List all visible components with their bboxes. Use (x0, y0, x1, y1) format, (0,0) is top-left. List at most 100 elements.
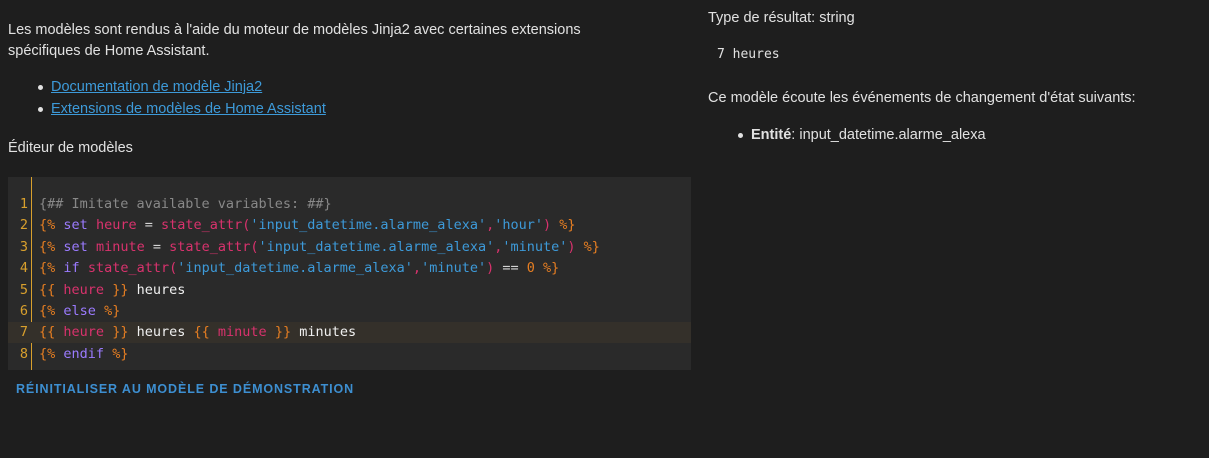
code-token: ) (486, 260, 495, 277)
line-number: 4 (19, 260, 28, 277)
code-token: 'hour' (494, 217, 543, 234)
editor-heading: Éditeur de modèles (8, 140, 133, 156)
code-token: heures (128, 281, 186, 298)
code-token: heure (63, 324, 105, 341)
code-token: 'input_datetime.alarme_alexa' (177, 260, 413, 277)
code-text: {% if state_attr('input_datetime.alarme_… (39, 258, 559, 279)
code-editor[interactable]: 1 {## Imitate available variables: ##} 2 {%… (8, 177, 691, 370)
code-token: ) (543, 217, 552, 234)
code-token: 'minute' (421, 260, 487, 277)
code-token: heures (128, 324, 194, 341)
code-token: {{ (39, 324, 56, 341)
entity-value: input_datetime.alarme_alexa (799, 127, 986, 143)
code-token: %} (543, 260, 560, 277)
line-number: 2 (19, 217, 28, 234)
code-token: state_attr( (160, 217, 251, 234)
jinja2-docs-link[interactable]: Documentation de modèle Jinja2 (51, 79, 262, 95)
code-token: %} (559, 217, 576, 234)
code-text: {% else %} (39, 301, 120, 322)
code-token: heure (63, 281, 105, 298)
code-token: ) (567, 238, 576, 255)
line-number: 7 (19, 324, 28, 341)
code-line[interactable]: 3 {% set minute = state_attr('input_datet… (8, 237, 691, 258)
code-text: {{ heure }} heures (39, 280, 185, 301)
code-token: }} (112, 324, 129, 341)
code-token: {## Imitate available variables: ##} (39, 196, 332, 212)
code-token: %} (112, 345, 129, 362)
code-line[interactable]: 8 {% endif %} (8, 344, 691, 365)
code-token: , (486, 217, 495, 234)
line-number: 1 (19, 196, 28, 212)
reset-to-demo-template-button[interactable]: RÉINITIALISER AU MODÈLE DE DÉMONSTRATION (16, 382, 354, 396)
code-token: 0 (526, 260, 535, 277)
code-line[interactable]: 2 {% set heure = state_attr('input_dateti… (8, 215, 691, 236)
code-text: {% endif %} (39, 344, 128, 365)
listened-entities-list: Entité: input_datetime.alarme_alexa (708, 126, 1198, 144)
code-token: = (136, 217, 161, 234)
template-result-panel: Type de résultat: string 7 heures Ce mod… (708, 9, 1198, 144)
code-text: {{ heure }} heures {{ minute }} minutes (39, 322, 356, 343)
code-token: , (412, 260, 422, 277)
template-developer-tools: Les modèles sont rendus à l'aide du mote… (0, 0, 1209, 458)
code-token: 'minute' (502, 238, 568, 255)
code-token: minute (217, 324, 267, 341)
listeners-description: Ce modèle écoute les événements de chang… (708, 90, 1136, 106)
template-editor-panel: Les modèles sont rendus à l'aide du mote… (8, 20, 691, 158)
code-line[interactable]: 6 {% else %} (8, 301, 691, 322)
code-token: {% (39, 238, 56, 255)
code-text: {% set minute = state_attr('input_dateti… (39, 237, 600, 258)
code-text: {## Imitate available variables: ##} (39, 194, 332, 215)
list-item: Entité: input_datetime.alarme_alexa (738, 126, 1198, 144)
code-token: %} (583, 238, 600, 255)
code-token: }} (112, 281, 129, 298)
code-token: endif (63, 345, 105, 362)
result-type: Type de résultat: string (708, 10, 855, 26)
code-line[interactable]: 1 {## Imitate available variables: ##} (8, 194, 691, 215)
code-line[interactable]: 4 {% if state_attr('input_datetime.alarme… (8, 258, 691, 279)
code-token: {{ (39, 281, 56, 298)
line-number: 5 (19, 281, 28, 298)
code-token: minutes (291, 324, 357, 341)
list-item: Documentation de modèle Jinja2 (38, 76, 691, 98)
code-token: == (494, 260, 527, 277)
code-token: 'input_datetime.alarme_alexa' (250, 217, 487, 234)
code-token: {% (39, 260, 56, 277)
code-line[interactable]: 7 {{ heure }} heures {{ minute }} minutes (8, 322, 691, 344)
code-token: heure (95, 217, 137, 234)
code-token: set (63, 238, 88, 255)
list-item: Extensions de modèles de Home Assistant (38, 98, 691, 120)
code-token: {% (39, 217, 56, 234)
documentation-links: Documentation de modèle Jinja2 Extension… (8, 76, 691, 120)
code-token: minute (95, 238, 145, 255)
code-token: = (144, 238, 170, 255)
code-token: state_attr( (169, 238, 259, 255)
line-number: 8 (19, 345, 28, 362)
code-token: {% (39, 345, 56, 362)
code-token: else (63, 303, 96, 319)
home-assistant-extensions-link[interactable]: Extensions de modèles de Home Assistant (51, 101, 326, 117)
entity-label: Entité (751, 127, 792, 143)
line-number: 3 (19, 238, 28, 255)
code-token: 'input_datetime.alarme_alexa' (258, 238, 495, 255)
intro-text: Les modèles sont rendus à l'aide du mote… (8, 22, 581, 59)
code-token: if (63, 260, 80, 277)
code-text: {% set heure = state_attr('input_datetim… (39, 215, 576, 236)
code-line[interactable]: 5 {{ heure }} heures (8, 280, 691, 301)
code-token: %} (104, 303, 121, 319)
code-token: state_attr( (87, 260, 178, 277)
code-token: set (63, 217, 88, 234)
result-value: 7 heures (717, 47, 780, 62)
code-token: {{ (193, 324, 210, 341)
code-token: }} (274, 324, 292, 341)
code-token: {% (39, 303, 56, 319)
line-number: 6 (19, 303, 28, 319)
